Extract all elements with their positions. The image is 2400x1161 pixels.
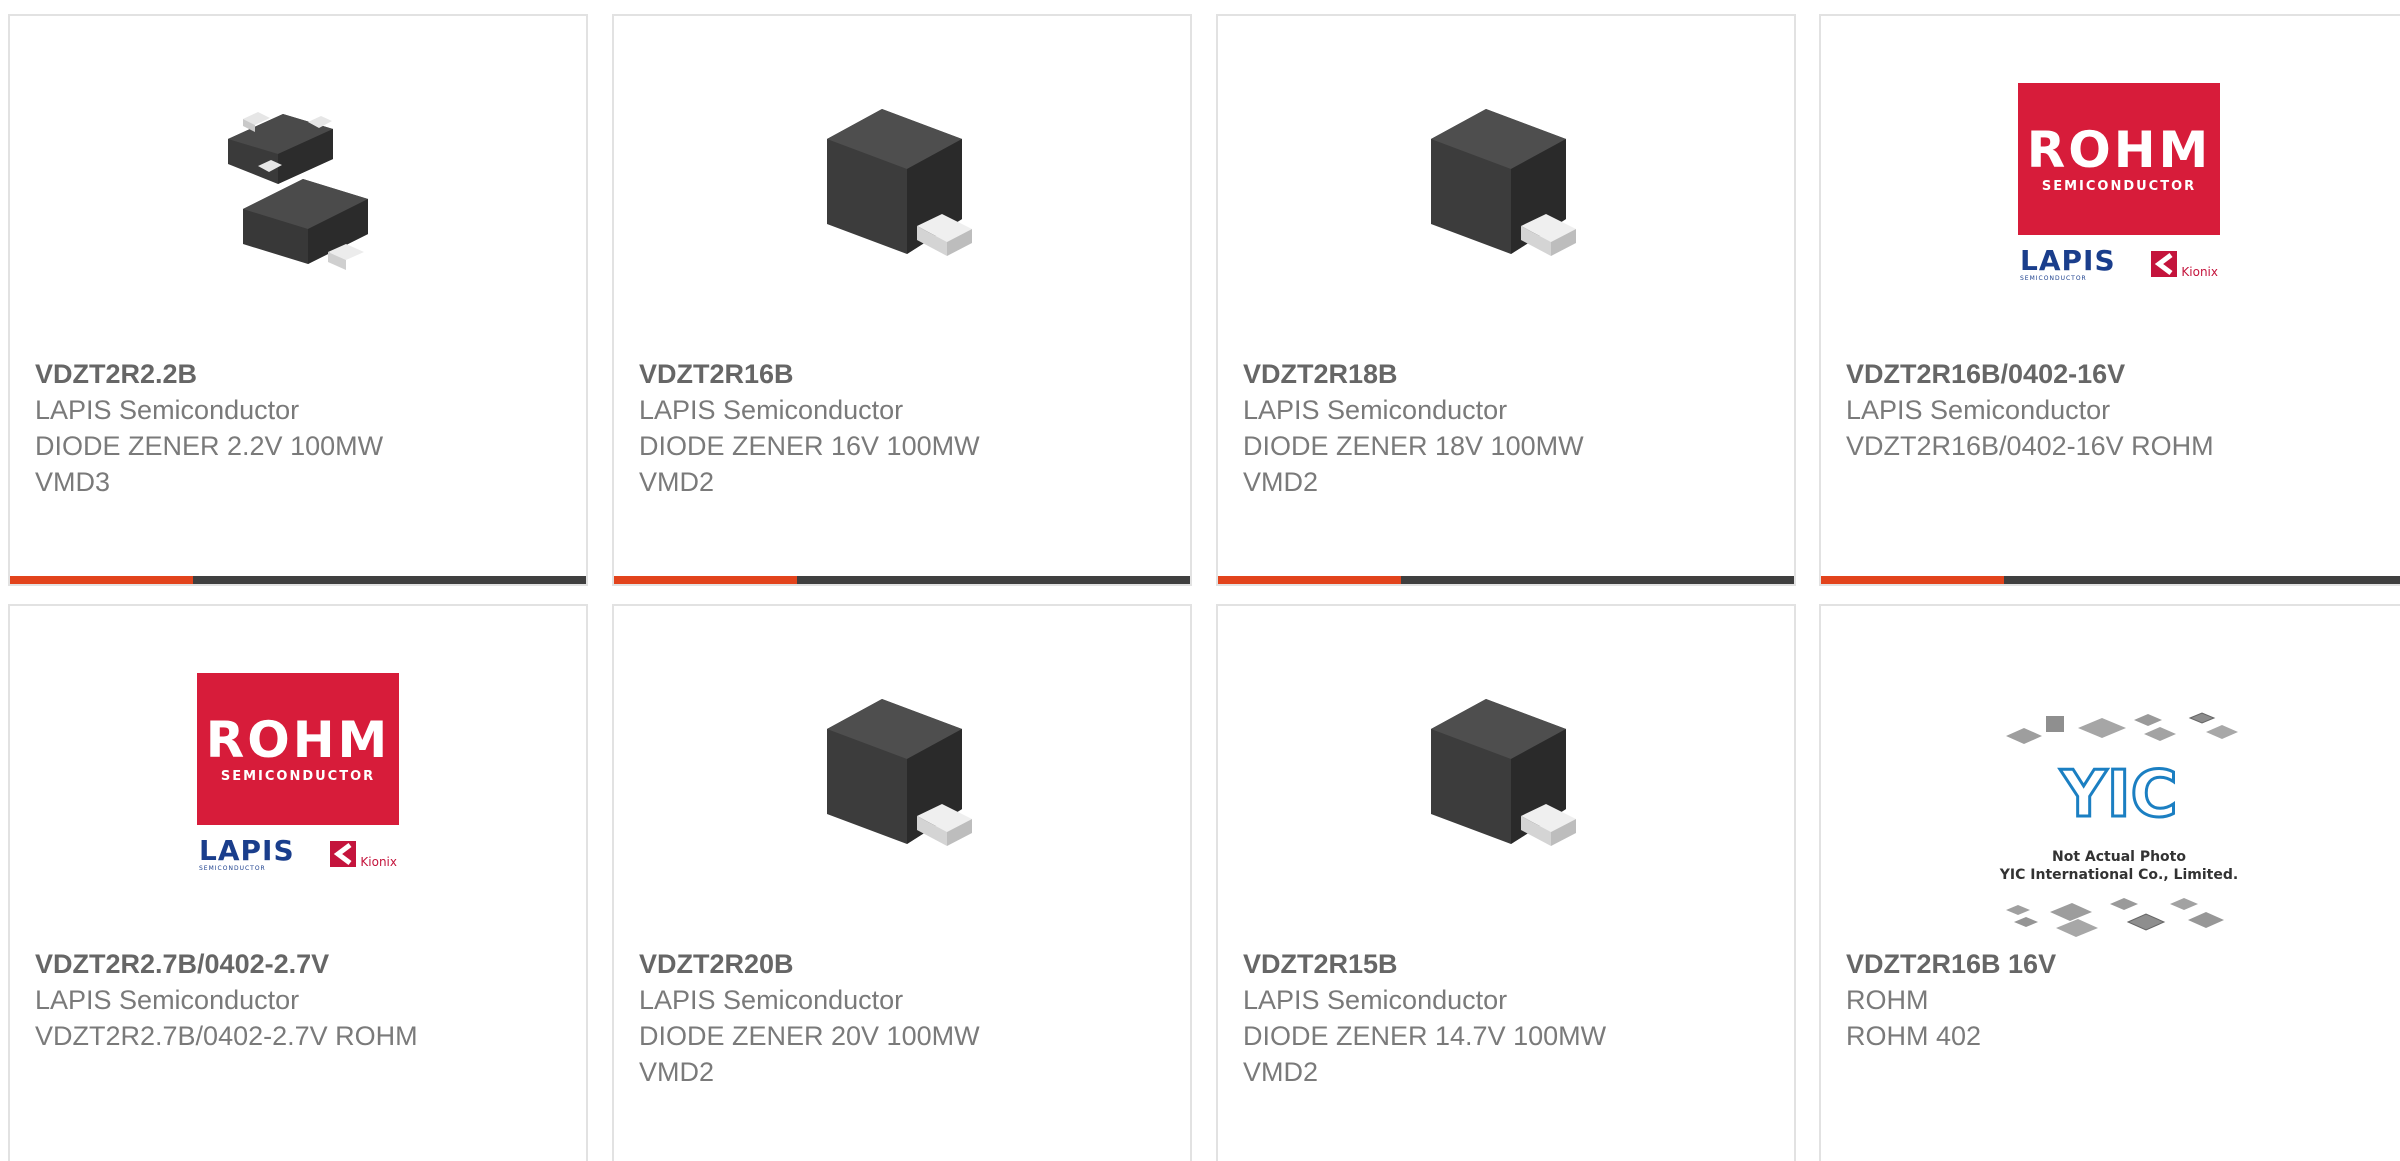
rohm-logo-partners: LAPIS SEMICONDUCTOR Kionix [2018, 243, 2220, 285]
product-card[interactable]: YIC Not Actual Photo YIC International C… [1819, 604, 2400, 1161]
yic-placeholder: YIC Not Actual Photo YIC International C… [1984, 698, 2254, 948]
description: DIODE ZENER 14.7V 100MW [1243, 1021, 1607, 1051]
product-image[interactable]: ROHM SEMICONDUCTOR LAPIS SEMICONDUCTOR K… [1821, 83, 2400, 285]
yic-mark: YIC [2059, 758, 2177, 832]
product-card[interactable]: VDZT2R2.2B LAPIS Semiconductor DIODE ZEN… [8, 14, 588, 586]
lapis-logo-word: LAPIS [199, 833, 295, 867]
product-info: VDZT2R20B LAPIS Semiconductor DIODE ZENE… [639, 946, 1170, 1090]
card-bottom-bar [1218, 576, 1794, 584]
card-bottom-bar [614, 576, 1190, 584]
sot-package-icon [228, 112, 368, 270]
chip-assortment-icon: YIC [2006, 712, 2238, 937]
description: VDZT2R2.7B/0402-2.7V ROHM [35, 1021, 418, 1051]
lapis-logo: LAPIS SEMICONDUCTOR [197, 833, 295, 872]
card-accent-bar [614, 576, 797, 584]
product-info: VDZT2R15B LAPIS Semiconductor DIODE ZENE… [1243, 946, 1774, 1090]
manufacturer: ROHM [1846, 985, 1929, 1015]
diode-package-icon [827, 699, 972, 846]
description: DIODE ZENER 16V 100MW [639, 431, 980, 461]
rohm-logo-word: ROHM [2026, 120, 2212, 179]
rohm-logo-sub: SEMICONDUCTOR [2041, 178, 2197, 194]
product-image[interactable] [614, 674, 1190, 874]
yic-company-name: YIC International Co., Limited. [1999, 867, 2239, 883]
product-info: VDZT2R2.7B/0402-2.7V LAPIS Semiconductor… [35, 946, 566, 1054]
product-card[interactable]: VDZT2R18B LAPIS Semiconductor DIODE ZENE… [1216, 14, 1796, 586]
manufacturer: LAPIS Semiconductor [639, 985, 904, 1015]
kionix-logo: Kionix [2149, 249, 2220, 279]
product-image[interactable] [10, 84, 586, 284]
yic-not-actual-photo: Not Actual Photo [2052, 849, 2186, 865]
product-card[interactable]: VDZT2R16B LAPIS Semiconductor DIODE ZENE… [612, 14, 1192, 586]
manufacturer: LAPIS Semiconductor [639, 395, 904, 425]
description: DIODE ZENER 20V 100MW [639, 1021, 980, 1051]
diode-package-icon [1431, 109, 1576, 256]
part-number[interactable]: VDZT2R16B [639, 356, 1170, 392]
manufacturer: LAPIS Semiconductor [35, 985, 300, 1015]
card-accent-bar [10, 576, 193, 584]
part-number[interactable]: VDZT2R16B/0402-16V [1846, 356, 2397, 392]
manufacturer: LAPIS Semiconductor [1846, 395, 2111, 425]
rohm-logo-box: ROHM SEMICONDUCTOR [197, 673, 399, 825]
kionix-logo-word: Kionix [360, 855, 397, 869]
product-info: VDZT2R16B LAPIS Semiconductor DIODE ZENE… [639, 356, 1170, 500]
rohm-logo-sub: SEMICONDUCTOR [220, 768, 376, 784]
product-image[interactable]: YIC Not Actual Photo YIC International C… [1821, 698, 2400, 948]
lapis-logo-sub: SEMICONDUCTOR [2020, 274, 2087, 282]
rohm-logo: ROHM SEMICONDUCTOR LAPIS SEMICONDUCTOR K… [197, 673, 399, 875]
package: VMD2 [1243, 1057, 1319, 1087]
manufacturer: LAPIS Semiconductor [1243, 395, 1508, 425]
card-bottom-bar [1821, 576, 2400, 584]
rohm-logo-partners: LAPIS SEMICONDUCTOR Kionix [197, 833, 399, 875]
package: VMD3 [35, 467, 111, 497]
kionix-logo-word: Kionix [2181, 265, 2218, 279]
product-image[interactable]: ROHM SEMICONDUCTOR LAPIS SEMICONDUCTOR K… [10, 673, 586, 875]
rohm-logo-word: ROHM [205, 710, 391, 769]
description: VDZT2R16B/0402-16V ROHM [1846, 431, 2214, 461]
description: DIODE ZENER 18V 100MW [1243, 431, 1584, 461]
product-image[interactable] [1218, 674, 1794, 874]
description: DIODE ZENER 2.2V 100MW [35, 431, 384, 461]
product-info: VDZT2R2.2B LAPIS Semiconductor DIODE ZEN… [35, 356, 566, 500]
card-bottom-bar [10, 576, 586, 584]
card-accent-bar [1218, 576, 1401, 584]
lapis-logo-sub: SEMICONDUCTOR [199, 864, 266, 872]
product-card[interactable]: VDZT2R20B LAPIS Semiconductor DIODE ZENE… [612, 604, 1192, 1161]
lapis-logo: LAPIS SEMICONDUCTOR [2018, 243, 2116, 282]
card-accent-bar [1821, 576, 2004, 584]
part-number[interactable]: VDZT2R2.2B [35, 356, 566, 392]
kionix-icon [2151, 251, 2178, 277]
part-number[interactable]: VDZT2R15B [1243, 946, 1774, 982]
diode-package-icon [1431, 699, 1576, 846]
product-image[interactable] [1218, 84, 1794, 284]
product-info: VDZT2R16B 16V ROHM ROHM 402 [1846, 946, 2397, 1054]
kionix-icon [330, 841, 357, 867]
description: ROHM 402 [1846, 1021, 1982, 1051]
part-number[interactable]: VDZT2R2.7B/0402-2.7V [35, 946, 566, 982]
product-card[interactable]: ROHM SEMICONDUCTOR LAPIS SEMICONDUCTOR K… [8, 604, 588, 1161]
package: VMD2 [639, 467, 715, 497]
package: VMD2 [1243, 467, 1319, 497]
kionix-logo: Kionix [328, 839, 399, 869]
package: VMD2 [639, 1057, 715, 1087]
rohm-logo: ROHM SEMICONDUCTOR LAPIS SEMICONDUCTOR K… [2018, 83, 2220, 285]
manufacturer: LAPIS Semiconductor [35, 395, 300, 425]
lapis-logo-word: LAPIS [2020, 243, 2116, 277]
product-card[interactable]: VDZT2R15B LAPIS Semiconductor DIODE ZENE… [1216, 604, 1796, 1161]
product-image[interactable] [614, 84, 1190, 284]
product-info: VDZT2R18B LAPIS Semiconductor DIODE ZENE… [1243, 356, 1774, 500]
rohm-logo-box: ROHM SEMICONDUCTOR [2018, 83, 2220, 235]
manufacturer: LAPIS Semiconductor [1243, 985, 1508, 1015]
product-card[interactable]: ROHM SEMICONDUCTOR LAPIS SEMICONDUCTOR K… [1819, 14, 2400, 586]
product-grid: VDZT2R2.2B LAPIS Semiconductor DIODE ZEN… [0, 0, 2400, 1161]
diode-package-icon [827, 109, 972, 256]
part-number[interactable]: VDZT2R16B 16V [1846, 946, 2397, 982]
product-info: VDZT2R16B/0402-16V LAPIS Semiconductor V… [1846, 356, 2397, 464]
part-number[interactable]: VDZT2R20B [639, 946, 1170, 982]
part-number[interactable]: VDZT2R18B [1243, 356, 1774, 392]
